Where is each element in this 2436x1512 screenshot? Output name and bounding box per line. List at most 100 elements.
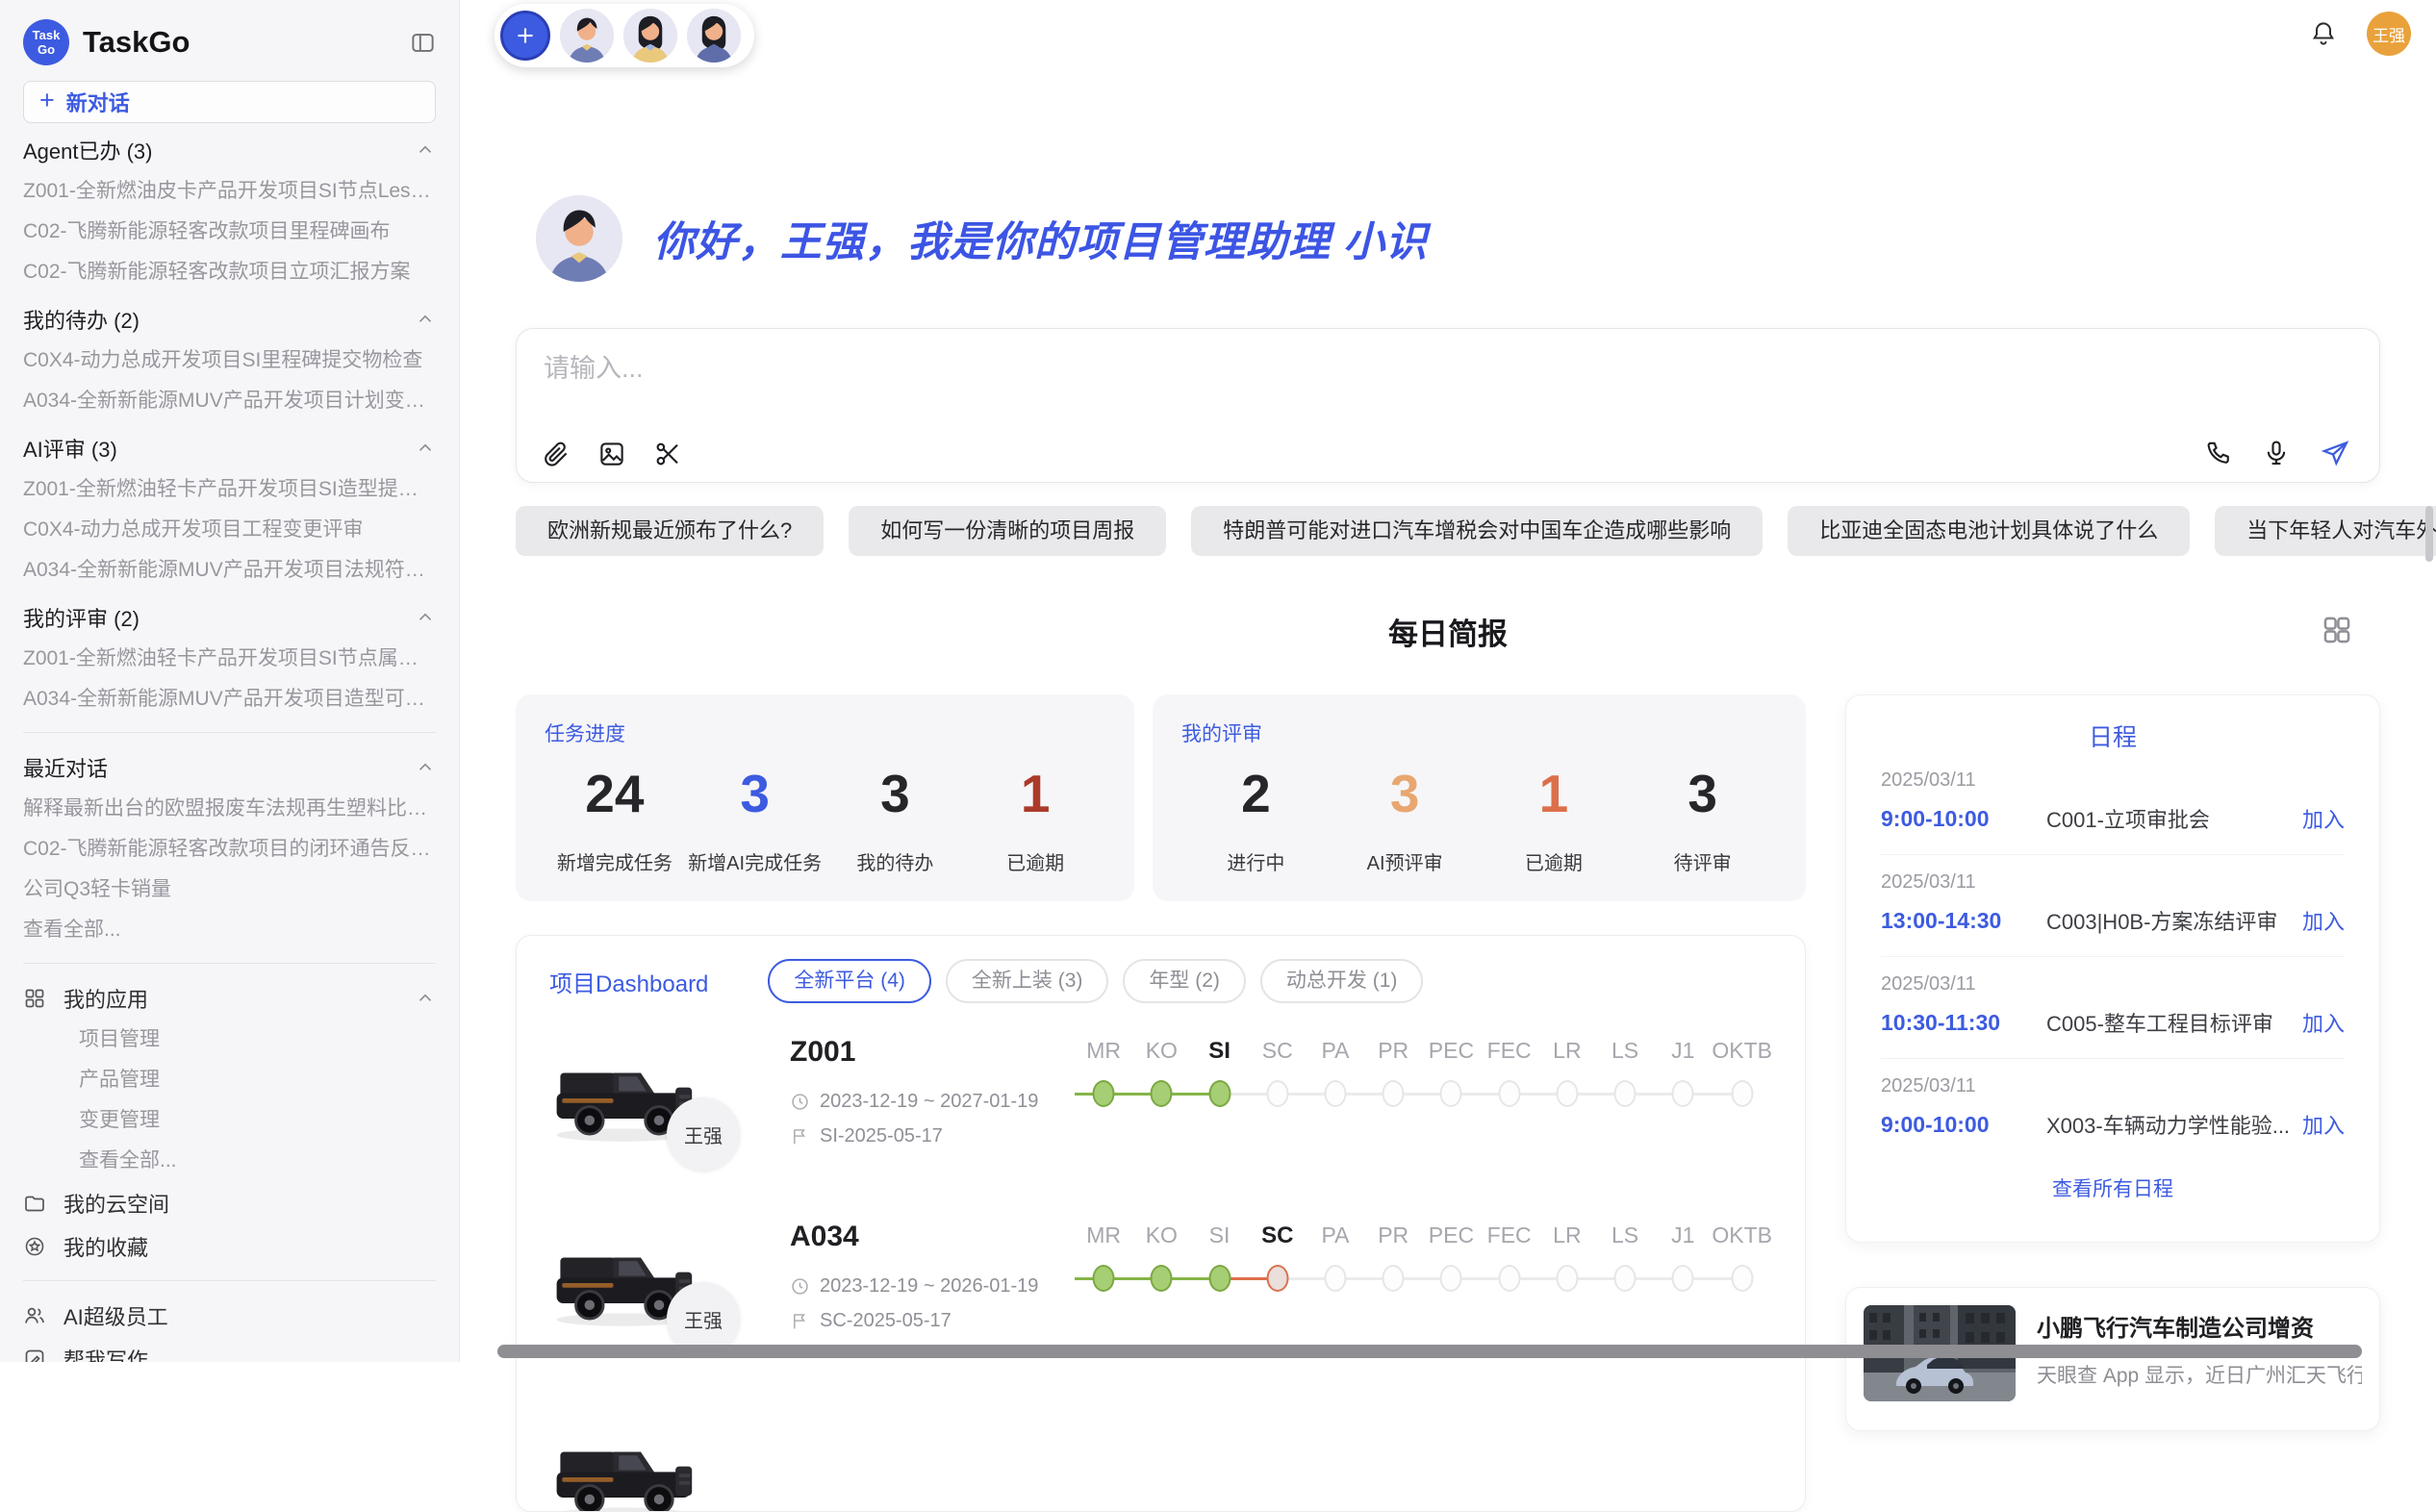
sidebar-item-favorites[interactable]: 我的收藏 — [23, 1224, 436, 1268]
schedule-row: 9:00-10:00C001-立项审批会加入 — [1881, 803, 2345, 834]
sidebar-task-item[interactable]: C02-飞腾新能源轻客改款项目里程碑画布 — [23, 212, 436, 252]
app-item[interactable]: 产品管理 — [23, 1060, 436, 1100]
milestone-dot — [1324, 1265, 1346, 1292]
sidebar-section-header[interactable]: 我的评审 (2) — [23, 595, 436, 639]
schedule-join-link[interactable]: 加入 — [2302, 1007, 2345, 1038]
sidebar-tool-ai-staff[interactable]: AI超级员工 — [23, 1294, 436, 1337]
chevron-up-icon[interactable] — [415, 139, 436, 161]
notification-bell-icon[interactable] — [2309, 19, 2338, 48]
schedule-join-link[interactable]: 加入 — [2302, 1109, 2345, 1140]
project-info: Z0012023-12-19 ~ 2027-01-19SI-2025-05-17 — [790, 1034, 1075, 1188]
schedule-row: 13:00-14:30C003|H0B-方案冻结评审加入 — [1881, 905, 2345, 936]
project-row[interactable]: 王强Z0012023-12-19 ~ 2027-01-19SI-2025-05-… — [549, 1034, 1772, 1188]
stat: 3新增AI完成任务 — [685, 763, 825, 875]
stat-label: 新增完成任务 — [545, 847, 685, 875]
new-chat-button[interactable]: + 新对话 — [23, 81, 436, 123]
schedule-view-all[interactable]: 查看所有日程 — [1881, 1173, 2345, 1202]
attachment-icon[interactable] — [542, 440, 571, 468]
layout-grid-icon[interactable] — [2321, 614, 2353, 646]
sidebar-section-header[interactable]: AI评审 (3) — [23, 426, 436, 469]
horizontal-scrollbar[interactable] — [497, 1345, 2362, 1358]
dashboard-tab[interactable]: 全新上装 (3) — [946, 959, 1109, 1003]
suggestion-chip[interactable]: 特朗普可能对进口汽车增税会对中国车企造成哪些影响 — [1191, 506, 1763, 556]
milestone-step: OKTB — [1712, 1038, 1772, 1188]
chevron-up-icon[interactable] — [415, 757, 436, 778]
news-card[interactable]: 小鹏飞行汽车制造公司增资 天眼查 App 显示，近日广州汇天飞行汽... — [1845, 1287, 2380, 1431]
sidebar-section-header[interactable]: Agent已办 (3) — [23, 128, 436, 171]
milestone-dot — [1151, 1265, 1173, 1292]
dashboard-tab[interactable]: 动总开发 (1) — [1260, 959, 1424, 1003]
sidebar-task-item[interactable]: C02-飞腾新能源轻客改款项目立项汇报方案 — [23, 252, 436, 292]
sidebar-section-header[interactable]: 我的待办 (2) — [23, 297, 436, 340]
assistant-avatar-3[interactable] — [687, 9, 741, 63]
send-icon[interactable] — [2320, 438, 2350, 468]
microphone-icon[interactable] — [2262, 439, 2291, 467]
apps-grid-icon — [23, 987, 46, 1010]
project-owner-badge: 王强 — [667, 1097, 740, 1171]
chevron-up-icon[interactable] — [415, 438, 436, 459]
phone-icon[interactable] — [2204, 439, 2233, 467]
milestone-dot-zone — [1307, 1259, 1364, 1301]
assistant-avatar-1[interactable] — [560, 9, 614, 63]
recent-conversation-item[interactable]: C02-飞腾新能源轻客改款项目的闭环通告反馈情况 — [23, 829, 436, 869]
recent-conversation-item[interactable]: 解释最新出台的欧盟报废车法规再生塑料比例被调至15%... — [23, 789, 436, 829]
add-assistant-button[interactable] — [500, 11, 550, 61]
dashboard-tab[interactable]: 全新平台 (4) — [768, 959, 931, 1003]
project-flag-text: SI-2025-05-17 — [820, 1125, 943, 1147]
suggestion-chip[interactable]: 比亚迪全固态电池计划具体说了什么 — [1788, 506, 2190, 556]
project-vehicle-image — [549, 1413, 696, 1512]
scissors-icon[interactable] — [653, 440, 682, 468]
milestone-dot — [1093, 1265, 1115, 1292]
recent-view-all[interactable]: 查看全部... — [23, 910, 436, 950]
suggestion-chip[interactable]: 欧洲新规最近颁布了什么? — [516, 506, 824, 556]
stat: 3我的待办 — [825, 763, 966, 875]
stat-card-title: 任务进度 — [545, 718, 1105, 747]
sidebar-tool-write[interactable]: 帮我写作 — [23, 1337, 436, 1362]
cloud-space-label: 我的云空间 — [63, 1188, 436, 1219]
sidebar-task-item[interactable]: A034-全新新能源MUV产品开发项目造型可行性评审 — [23, 679, 436, 719]
milestone-label: PR — [1364, 1038, 1422, 1074]
divider — [23, 1280, 436, 1281]
dashboard-tab[interactable]: 年型 (2) — [1123, 959, 1246, 1003]
milestone-label: LR — [1538, 1038, 1596, 1074]
image-icon[interactable] — [597, 440, 626, 468]
my-apps-header[interactable]: 我的应用 — [23, 976, 436, 1020]
milestone-dot-zone — [1132, 1259, 1190, 1301]
sidebar-item-cloud-space[interactable]: 我的云空间 — [23, 1181, 436, 1224]
milestone-dot — [1208, 1265, 1231, 1292]
project-dates-text: 2023-12-19 ~ 2026-01-19 — [820, 1275, 1038, 1298]
suggestion-chip[interactable]: 如何写一份清晰的项目周报 — [849, 506, 1166, 556]
ai-staff-icon — [23, 1304, 46, 1327]
sidebar-task-item[interactable]: C0X4-动力总成开发项目工程变更评审 — [23, 510, 436, 550]
chat-input[interactable] — [544, 354, 2352, 384]
chevron-up-icon[interactable] — [415, 309, 436, 330]
sidebar-task-item[interactable]: C0X4-动力总成开发项目SI里程碑提交物检查 — [23, 340, 436, 381]
apps-view-all[interactable]: 查看全部... — [23, 1141, 436, 1181]
assistant-avatar-2[interactable] — [623, 9, 677, 63]
sidebar-task-item[interactable]: Z001-全新燃油轻卡产品开发项目SI节点属性5D文件评审 — [23, 639, 436, 679]
sidebar-task-item[interactable]: A034-全新新能源MUV产品开发项目计划变更表编写 — [23, 381, 436, 421]
user-avatar[interactable]: 王强 — [2367, 12, 2411, 56]
app-item[interactable]: 变更管理 — [23, 1100, 436, 1141]
sidebar-task-item[interactable]: A034-全新新能源MUV产品开发项目法规符合性评审 — [23, 550, 436, 591]
milestone-dot-zone — [1481, 1074, 1538, 1117]
chevron-up-icon[interactable] — [415, 988, 436, 1009]
recent-section-header[interactable]: 最近对话 — [23, 745, 436, 789]
app-item[interactable]: 项目管理 — [23, 1020, 436, 1060]
stat-value: 1 — [965, 763, 1105, 824]
milestone-dot-zone — [1190, 1074, 1248, 1117]
sidebar-task-item[interactable]: Z001-全新燃油皮卡产品开发项目SI节点Lesson Learn报告 — [23, 171, 436, 212]
sidebar-task-item[interactable]: Z001-全新燃油轻卡产品开发项目SI造型提交物评审 — [23, 469, 436, 510]
recent-conversation-item[interactable]: 公司Q3轻卡销量 — [23, 869, 436, 910]
vertical-scrollbar[interactable] — [2425, 506, 2433, 562]
chevron-up-icon[interactable] — [415, 607, 436, 628]
sidebar-collapse-icon[interactable] — [410, 30, 436, 56]
schedule-join-link[interactable]: 加入 — [2302, 905, 2345, 936]
sidebar: Task Go TaskGo + 新对话 Agent已办 (3)Z001-全新燃… — [0, 0, 460, 1362]
suggestion-chip[interactable]: 当下年轻人对汽车外观有怎样的喜好趋势 — [2215, 506, 2436, 556]
project-dates-text: 2023-12-19 ~ 2027-01-19 — [820, 1091, 1038, 1113]
milestone-step: J1 — [1654, 1038, 1712, 1188]
milestone-dot-zone — [1190, 1259, 1248, 1301]
schedule-join-link[interactable]: 加入 — [2302, 803, 2345, 834]
stat-label: 待评审 — [1628, 847, 1777, 875]
